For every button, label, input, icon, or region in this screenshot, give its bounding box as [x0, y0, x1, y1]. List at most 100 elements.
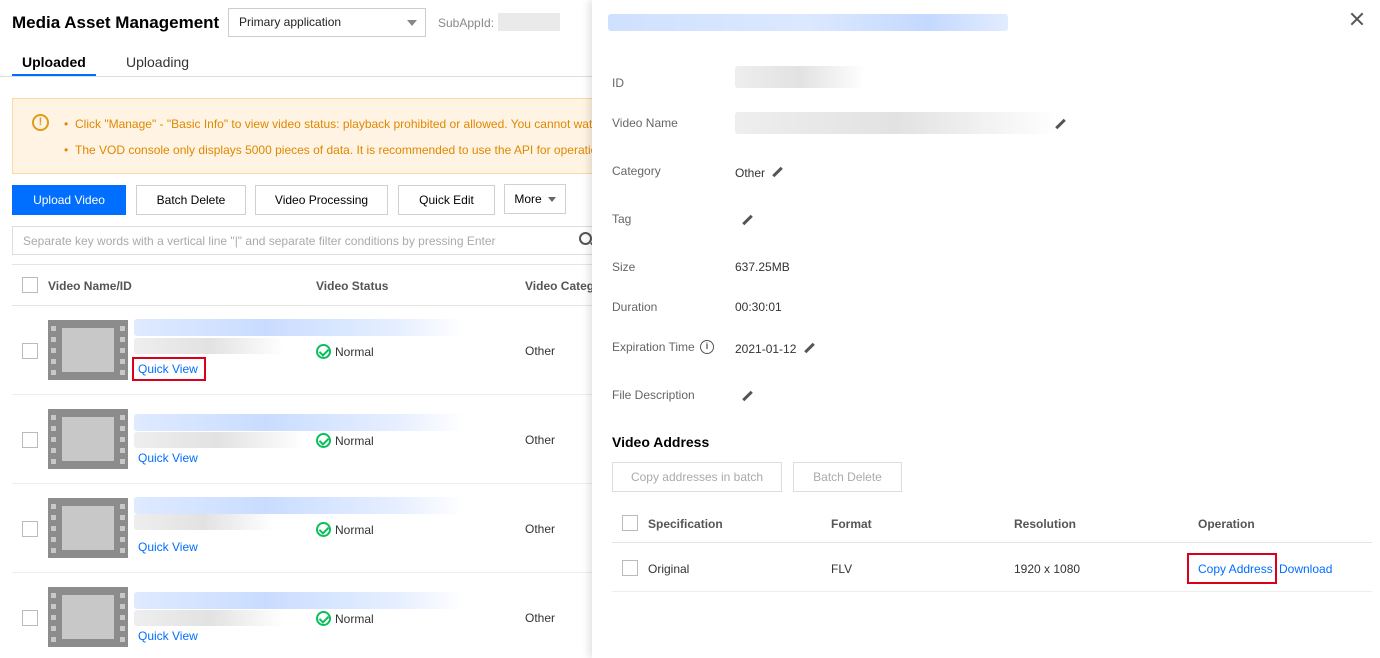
select-all-checkbox[interactable] [22, 277, 38, 293]
film-perforation [51, 548, 56, 553]
film-perforation [120, 526, 125, 531]
upload-video-button[interactable]: Upload Video [12, 185, 126, 215]
info-icon[interactable]: i [700, 340, 714, 354]
edit-icon[interactable] [742, 391, 754, 403]
film-perforation [51, 537, 56, 542]
video-id-redacted [134, 610, 284, 626]
film-perforation [120, 437, 125, 442]
edit-icon[interactable] [742, 215, 754, 227]
notice-line-1: • Click "Manage" - "Basic Info" to view v… [64, 117, 592, 131]
close-icon[interactable] [1348, 11, 1366, 29]
search-icon[interactable] [579, 232, 592, 245]
edit-icon[interactable] [804, 343, 816, 355]
check-circle-icon [316, 611, 331, 626]
column-header-video-status: Video Status [316, 279, 389, 293]
video-thumbnail[interactable] [48, 409, 128, 469]
edit-icon[interactable] [772, 167, 784, 179]
tab-uploading[interactable]: Uploading [126, 54, 189, 70]
batch-delete-button[interactable]: Batch Delete [136, 185, 246, 215]
subappid-label: SubAppId: [438, 16, 495, 30]
quick-view-link[interactable]: Quick View [138, 629, 198, 643]
drawer-title-redacted [608, 14, 1008, 31]
id-value-redacted [735, 66, 865, 88]
status-normal: Normal [316, 522, 374, 537]
column-header-video-name: Video Name/ID [48, 279, 132, 293]
specification-cell: Original [648, 562, 690, 576]
film-perforation [51, 604, 56, 609]
video-name-redacted [134, 414, 464, 431]
tab-uploaded[interactable]: Uploaded [22, 54, 86, 70]
check-circle-icon [316, 522, 331, 537]
row-checkbox[interactable] [22, 432, 38, 448]
film-perforation [51, 615, 56, 620]
film-perforation [51, 348, 56, 353]
column-header-operation: Operation [1198, 517, 1255, 531]
category-cell: Other [525, 344, 556, 358]
copy-addresses-batch-button[interactable]: Copy addresses in batch [612, 462, 782, 492]
image-placeholder-icon [62, 506, 114, 550]
film-perforation [120, 359, 125, 364]
quick-view-link[interactable]: Quick View [138, 362, 198, 376]
film-perforation [120, 615, 125, 620]
film-perforation [120, 415, 125, 420]
notice-line-2: • The VOD console only displays 5000 piec… [64, 143, 592, 157]
category-value: Other [735, 166, 766, 180]
column-header-video-category: Video Categ [525, 279, 592, 293]
quick-view-link[interactable]: Quick View [138, 451, 198, 465]
row-checkbox[interactable] [22, 521, 38, 537]
video-name-label: Video Name [612, 116, 678, 130]
search-input[interactable] [13, 227, 573, 254]
active-tab-indicator [12, 74, 96, 76]
video-name-redacted [134, 319, 464, 336]
address-row-checkbox[interactable] [622, 560, 638, 576]
copy-address-link[interactable]: Copy Address [1198, 562, 1273, 576]
film-perforation [51, 593, 56, 598]
quick-view-link[interactable]: Quick View [138, 540, 198, 554]
select-all-addresses-checkbox[interactable] [622, 515, 638, 531]
video-thumbnail[interactable] [48, 498, 128, 558]
quick-edit-button[interactable]: Quick Edit [398, 185, 495, 215]
page-title: Media Asset Management [12, 13, 220, 32]
row-checkbox[interactable] [22, 610, 38, 626]
expiration-time-label: Expiration Time [612, 340, 695, 354]
category-cell: Other [525, 611, 556, 625]
video-thumbnail[interactable] [48, 587, 128, 647]
status-normal: Normal [316, 344, 374, 359]
warning-icon: ! [32, 114, 49, 131]
size-label: Size [612, 260, 636, 274]
application-select[interactable]: Primary application [228, 8, 426, 37]
film-perforation [120, 548, 125, 553]
row-divider [12, 572, 592, 573]
duration-label: Duration [612, 300, 658, 314]
check-circle-icon [316, 344, 331, 359]
column-header-resolution: Resolution [1014, 517, 1076, 531]
video-detail-drawer: ID Video Name Category Other Tag Size 63… [592, 0, 1380, 658]
film-perforation [120, 515, 125, 520]
film-perforation [51, 459, 56, 464]
search-box [12, 226, 592, 255]
film-perforation [51, 370, 56, 375]
category-cell: Other [525, 522, 556, 536]
film-perforation [120, 637, 125, 642]
film-perforation [120, 504, 125, 509]
media-asset-panel: Media Asset Management Primary applicati… [0, 0, 592, 658]
film-perforation [51, 426, 56, 431]
film-perforation [51, 637, 56, 642]
film-perforation [120, 626, 125, 631]
resolution-cell: 1920 x 1080 [1014, 562, 1081, 576]
film-perforation [120, 370, 125, 375]
video-processing-button[interactable]: Video Processing [255, 185, 388, 215]
video-thumbnail[interactable] [48, 320, 128, 380]
more-dropdown-button[interactable]: More [504, 184, 566, 214]
batch-delete-addresses-button[interactable]: Batch Delete [793, 462, 902, 492]
film-perforation [120, 326, 125, 331]
address-row-divider [612, 591, 1372, 592]
application-select-value: Primary application [239, 15, 342, 29]
video-name-redacted [134, 592, 464, 609]
edit-icon[interactable] [1055, 119, 1067, 131]
tabs-divider [0, 76, 592, 77]
download-link[interactable]: Download [1279, 562, 1332, 576]
film-perforation [51, 326, 56, 331]
row-checkbox[interactable] [22, 343, 38, 359]
row-divider [12, 483, 592, 484]
